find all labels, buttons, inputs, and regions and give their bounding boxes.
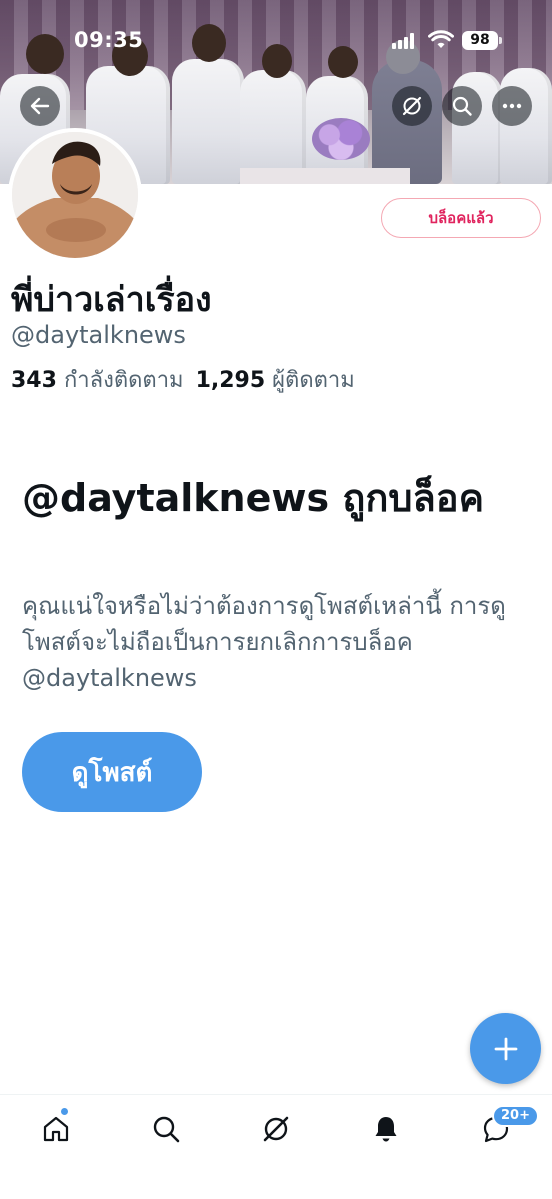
follow-stats: 343 กำลังติดตาม 1,295 ผู้ติดตาม xyxy=(11,362,355,397)
nav-notifications[interactable] xyxy=(366,1109,406,1149)
blocked-notice-title: @daytalknews ถูกบล็อค xyxy=(22,476,484,520)
banner-table xyxy=(240,168,410,184)
grok-button[interactable] xyxy=(392,86,432,126)
followers-count: 1,295 xyxy=(195,368,266,393)
home-unread-dot xyxy=(60,1107,69,1116)
status-bar: 09:35 98 xyxy=(0,0,552,84)
banner-figure xyxy=(240,70,306,184)
blocked-button[interactable]: บล็อคแล้ว xyxy=(381,198,541,238)
notifications-icon xyxy=(375,1117,397,1142)
bottom-navigation: 20+ xyxy=(0,1094,552,1199)
more-horizontal-icon xyxy=(502,103,522,109)
following-label: กำลังติดตาม xyxy=(63,368,184,393)
plus-icon xyxy=(494,1037,517,1060)
nav-home[interactable] xyxy=(36,1109,76,1149)
status-time: 09:35 xyxy=(74,28,144,52)
profile-handle: @daytalknews xyxy=(11,321,186,349)
more-options-button[interactable] xyxy=(492,86,532,126)
avatar-photo xyxy=(12,132,138,258)
messages-badge: 20+ xyxy=(492,1105,539,1127)
search-profile-button[interactable] xyxy=(442,86,482,126)
cellular-signal-icon xyxy=(392,33,416,49)
nav-grok[interactable] xyxy=(256,1109,296,1149)
profile-display-name: พี่บ่าวเล่าเรื่อง xyxy=(11,280,212,320)
home-icon xyxy=(43,1116,69,1142)
search-icon xyxy=(153,1116,180,1143)
compose-post-button[interactable] xyxy=(470,1013,541,1084)
following-count: 343 xyxy=(11,368,57,393)
battery-icon: 98 xyxy=(462,31,502,50)
arrow-left-icon xyxy=(30,97,50,115)
banner-flowers xyxy=(312,118,370,160)
followers-label: ผู้ติดตาม xyxy=(272,368,355,393)
followers-link[interactable]: 1,295 ผู้ติดตาม xyxy=(196,368,355,393)
wifi-icon xyxy=(428,30,454,48)
search-icon xyxy=(452,96,472,116)
blocked-notice-description: คุณแน่ใจหรือไม่ว่าต้องการดูโพสต์เหล่านี้… xyxy=(22,592,506,692)
profile-avatar[interactable] xyxy=(8,128,142,262)
following-link[interactable]: 343 กำลังติดตาม xyxy=(11,368,184,393)
grok-icon xyxy=(402,96,422,116)
nav-search[interactable] xyxy=(146,1109,186,1149)
back-button[interactable] xyxy=(20,86,60,126)
view-posts-button[interactable]: ดูโพสต์ xyxy=(22,732,202,812)
grok-icon xyxy=(263,1116,289,1142)
